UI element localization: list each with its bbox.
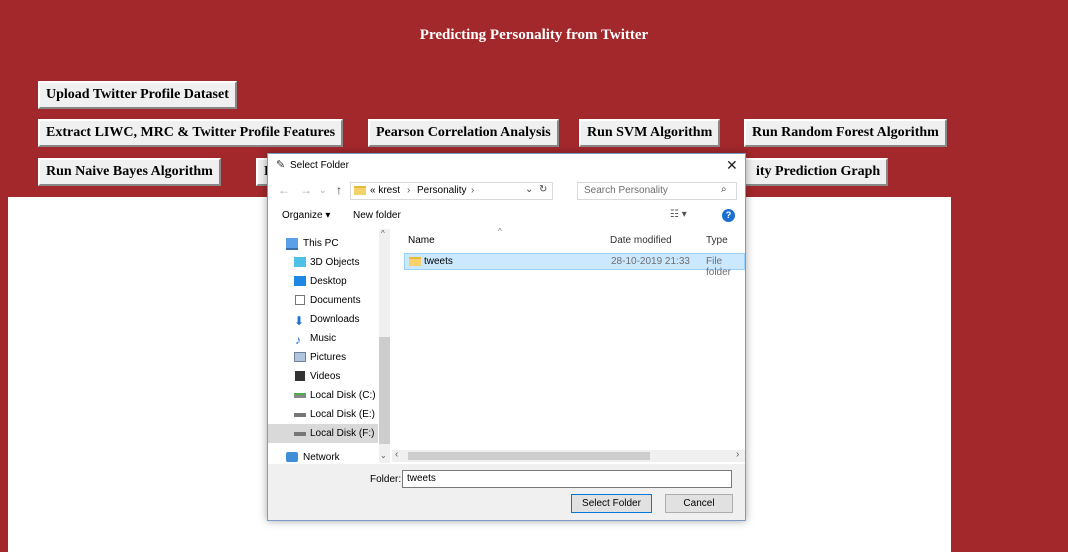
tree-item-3d-objects[interactable]: 3D Objects xyxy=(268,253,378,272)
tree-item-downloads[interactable]: ⬇ Downloads xyxy=(268,310,378,329)
run-svm-button[interactable]: Run SVM Algorithm xyxy=(579,119,721,147)
file-list: ^ Name Date modified Type tweets 28-10-2… xyxy=(392,227,745,454)
dialog-title: Select Folder xyxy=(290,160,349,171)
disk-icon xyxy=(294,432,306,436)
column-header-date[interactable]: Date modified xyxy=(610,235,672,246)
search-input[interactable]: Search Personality xyxy=(584,185,668,196)
new-folder-button[interactable]: New folder xyxy=(353,210,401,221)
pictures-icon xyxy=(294,352,306,362)
forward-arrow-icon[interactable]: → xyxy=(300,183,312,197)
folder-label: Folder: xyxy=(370,474,402,485)
folder-name-input[interactable]: tweets xyxy=(402,470,732,488)
recent-chevron-icon[interactable]: ⌄ xyxy=(319,185,327,196)
breadcrumb-personality[interactable]: Personality xyxy=(417,185,466,196)
sort-ascending-icon: ^ xyxy=(498,227,502,236)
scroll-down-icon[interactable]: ⌄ xyxy=(380,451,387,460)
documents-icon xyxy=(295,295,305,305)
row-name: tweets xyxy=(424,256,453,267)
folder-icon xyxy=(354,186,366,195)
close-icon[interactable]: ✕ xyxy=(726,157,738,174)
feather-icon: ✎ xyxy=(276,159,286,171)
tree-item-videos[interactable]: Videos xyxy=(268,367,378,386)
file-list-hscroll-thumb[interactable] xyxy=(408,452,650,460)
column-header-type[interactable]: Type xyxy=(706,235,728,246)
tree-item-disk-c[interactable]: Local Disk (C:) xyxy=(268,386,378,405)
select-folder-dialog: ✎ Select Folder ✕ ← → ⌄ ↑ « krest › Pers… xyxy=(267,153,746,521)
select-folder-button[interactable]: Select Folder xyxy=(571,494,652,513)
pc-icon xyxy=(286,238,298,250)
navigation-tree: This PC 3D Objects Desktop Documents ⬇ D… xyxy=(268,229,378,463)
tree-item-pictures[interactable]: Pictures xyxy=(268,348,378,367)
pearson-correlation-button[interactable]: Pearson Correlation Analysis xyxy=(368,119,559,147)
help-icon[interactable]: ? xyxy=(722,209,735,222)
folder-icon xyxy=(409,257,421,266)
row-type: File folder xyxy=(706,256,732,278)
disk-icon xyxy=(294,393,306,398)
table-row[interactable]: tweets 28-10-2019 21:33 File folder xyxy=(404,253,745,278)
videos-icon xyxy=(295,371,305,381)
navigation-bar: ← → ⌄ ↑ « krest › Personality › ⌄ ↻ Sear… xyxy=(268,178,745,204)
dialog-toolbar: Organize ▾ New folder ☷ ▾ ? xyxy=(268,206,745,228)
search-box[interactable]: Search Personality ⌕ xyxy=(577,182,737,200)
network-icon xyxy=(286,452,298,462)
desktop-icon xyxy=(294,276,306,286)
up-arrow-icon[interactable]: ↑ xyxy=(336,183,342,197)
dialog-titlebar: ✎ Select Folder ✕ xyxy=(268,154,745,178)
search-icon[interactable]: ⌕ xyxy=(721,184,727,195)
scroll-right-icon[interactable]: › xyxy=(736,449,739,460)
chevron-down-icon[interactable]: ⌄ xyxy=(525,184,533,195)
scroll-up-icon[interactable]: ^ xyxy=(381,229,385,238)
tree-item-desktop[interactable]: Desktop xyxy=(268,272,378,291)
tree-item-disk-e[interactable]: Local Disk (E:) xyxy=(268,405,378,424)
cancel-button[interactable]: Cancel xyxy=(665,494,733,513)
organize-menu[interactable]: Organize ▾ xyxy=(282,210,330,221)
run-naive-bayes-button[interactable]: Run Naive Bayes Algorithm xyxy=(38,158,221,186)
3d-objects-icon xyxy=(294,257,306,267)
breadcrumb-krest[interactable]: « krest xyxy=(370,185,400,196)
refresh-icon[interactable]: ↻ xyxy=(539,184,547,195)
folder-name-value: tweets xyxy=(407,473,436,484)
row-date: 28-10-2019 21:33 xyxy=(611,256,690,267)
tree-item-this-pc[interactable]: This PC xyxy=(268,234,378,253)
upload-dataset-button[interactable]: Upload Twitter Profile Dataset xyxy=(38,81,237,109)
tree-scrollbar-thumb[interactable] xyxy=(379,337,390,444)
breadcrumb-separator-icon: › xyxy=(407,185,411,196)
scroll-left-icon[interactable]: ‹ xyxy=(395,449,398,460)
column-header-name[interactable]: Name xyxy=(408,235,435,246)
tree-item-music[interactable]: ♪ Music xyxy=(268,329,378,348)
run-random-forest-button[interactable]: Run Random Forest Algorithm xyxy=(744,119,947,147)
breadcrumb-separator-icon: › xyxy=(471,185,475,196)
tree-item-documents[interactable]: Documents xyxy=(268,291,378,310)
view-options-icon[interactable]: ☷ ▾ xyxy=(670,209,687,220)
app-title: Predicting Personality from Twitter xyxy=(419,27,649,43)
back-arrow-icon[interactable]: ← xyxy=(278,183,290,197)
prediction-graph-button[interactable]: ity Prediction Graph xyxy=(740,158,889,186)
downloads-icon: ⬇ xyxy=(294,314,305,328)
dialog-footer: Folder: tweets Select Folder Cancel xyxy=(268,464,745,520)
music-icon: ♪ xyxy=(295,333,301,347)
disk-icon xyxy=(294,413,306,417)
extract-features-button[interactable]: Extract LIWC, MRC & Twitter Profile Feat… xyxy=(38,119,344,147)
address-bar[interactable]: « krest › Personality › ⌄ ↻ xyxy=(350,182,553,200)
tree-item-disk-f[interactable]: Local Disk (F:) xyxy=(268,424,378,443)
